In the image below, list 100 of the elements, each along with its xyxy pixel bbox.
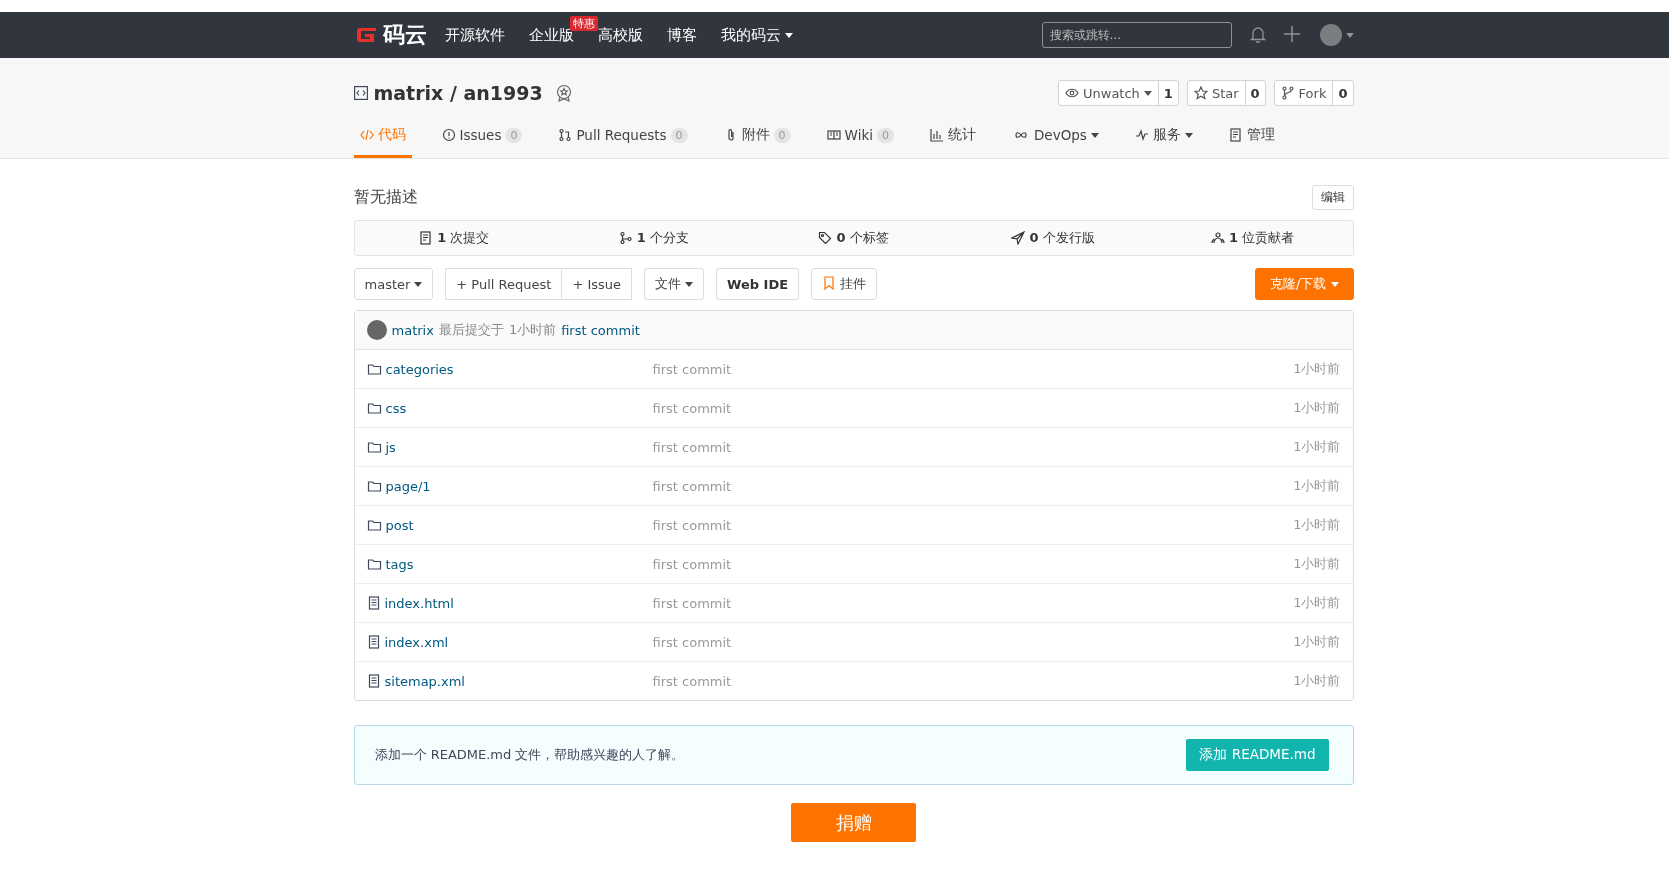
folder-icon (366, 479, 382, 493)
file-name[interactable]: index.html (384, 595, 454, 611)
caret-icon (784, 32, 793, 38)
book-icon (826, 128, 841, 142)
folder-icon (366, 557, 382, 571)
code-icon (359, 128, 374, 142)
tab-count: 0 (670, 127, 688, 143)
pulse-icon (1134, 128, 1149, 142)
fork-icon (1280, 86, 1295, 100)
stat-link[interactable]: 0 个标签 (836, 229, 889, 247)
badge-icon (554, 84, 573, 102)
folder-icon (366, 362, 382, 376)
action-count[interactable]: 1 (1157, 81, 1178, 105)
info-circle-icon (441, 128, 456, 142)
stat-link[interactable]: 0 个发行版 (1029, 229, 1095, 247)
folder-icon (366, 401, 382, 415)
caret-icon (685, 281, 694, 287)
file-icon (366, 674, 381, 688)
repo-tab[interactable]: Pull Requests 0 (552, 126, 694, 158)
tab-count: 0 (505, 127, 523, 143)
file-name[interactable]: page/1 (385, 478, 431, 494)
repo-tab[interactable]: Wiki 0 (820, 126, 900, 158)
stat-link[interactable]: 1 个分支 (636, 229, 689, 247)
nav-link[interactable]: 开源软件 (444, 25, 505, 45)
file-icon (366, 596, 381, 610)
commit-time: 1小时前 (1293, 399, 1341, 417)
commit-time: 1小时前 (1293, 477, 1341, 495)
avatar (366, 320, 387, 340)
merge-icon (558, 128, 573, 142)
document-icon (1228, 128, 1243, 142)
commit-time: 1小时前 (1293, 516, 1341, 534)
file-name[interactable]: categories (385, 361, 454, 377)
bookmark-icon (822, 275, 837, 290)
caret-icon (1090, 132, 1099, 138)
new-item-button[interactable]: + Issue (562, 268, 633, 300)
avatar[interactable] (1319, 24, 1342, 46)
stat-link[interactable]: 1 次提交 (437, 229, 490, 247)
new-item-button[interactable]: + Pull Request (445, 268, 563, 300)
bar-chart-icon (929, 128, 944, 142)
document-icon (419, 231, 434, 245)
bell-icon[interactable] (1249, 24, 1266, 43)
nav-link[interactable]: 我的码云 (720, 25, 793, 45)
paper-plane-icon (1011, 231, 1026, 245)
action-count[interactable]: 0 (1332, 81, 1353, 105)
caret-icon (414, 281, 423, 287)
repo-tab[interactable]: 附件 0 (717, 126, 797, 158)
repo-tab[interactable]: 服务 (1128, 126, 1199, 158)
commit-time: 1小时前 (1293, 438, 1341, 456)
repo-tab[interactable]: 管理 (1222, 126, 1281, 158)
file-name[interactable]: post (385, 517, 414, 533)
stat-link[interactable]: 1 位贡献者 (1229, 229, 1295, 247)
widget-button[interactable]: 挂件 (811, 268, 878, 300)
nav-link[interactable]: 博客 (666, 25, 697, 45)
tag-icon (818, 231, 833, 245)
folder-icon (366, 440, 382, 454)
caret-icon (1345, 32, 1354, 38)
folder-icon (366, 518, 382, 532)
nav-link[interactable]: 高校版 (597, 25, 643, 45)
commit-author[interactable]: matrix (391, 322, 434, 338)
star-icon (1193, 86, 1208, 100)
branch-dropdown[interactable]: master (353, 268, 434, 300)
commit-time: 1小时前 (1293, 555, 1341, 573)
commit-message[interactable]: first commit (561, 322, 640, 338)
caret-icon (1184, 132, 1193, 138)
commit-time: 1小时前 (1293, 672, 1341, 690)
edit-button[interactable]: 编辑 (1311, 185, 1354, 210)
commit-time: 1小时前 (508, 321, 557, 339)
file-menu-button[interactable]: 文件 (644, 268, 705, 300)
repo-action-button[interactable]: Unwatch (1059, 81, 1158, 105)
eye-icon (1065, 86, 1079, 100)
repo-title[interactable]: matrix / an1993 (373, 82, 543, 104)
tab-count: 0 (876, 127, 894, 143)
search-field[interactable]: 搜索或跳转... (1041, 22, 1232, 48)
repo-tab[interactable]: DevOps (1005, 126, 1105, 158)
repo-description: 暂无描述 (353, 187, 418, 208)
repo-action-button[interactable]: Star (1187, 81, 1245, 105)
file-name[interactable]: sitemap.xml (384, 673, 465, 689)
file-name[interactable]: tags (385, 556, 414, 572)
code-file-icon (353, 86, 368, 100)
web-ide-button[interactable]: Web IDE (716, 268, 800, 300)
promo-badge: 特惠 (569, 15, 598, 31)
action-count[interactable]: 0 (1244, 81, 1265, 105)
file-name[interactable]: css (385, 400, 407, 416)
tab-count: 0 (773, 127, 791, 143)
plus-icon[interactable] (1283, 25, 1300, 42)
file-name[interactable]: js (385, 439, 396, 455)
commit-time: 1小时前 (1293, 633, 1341, 651)
repo-action-button[interactable]: Fork (1274, 81, 1333, 105)
repo-tab[interactable]: 统计 (923, 126, 982, 158)
repo-tab[interactable]: Issues 0 (435, 126, 529, 158)
commit-time: 1小时前 (1293, 594, 1341, 612)
caret-icon (1330, 281, 1339, 287)
branch-icon (618, 231, 633, 245)
commit-time: 1小时前 (1293, 360, 1341, 378)
file-icon (366, 635, 381, 649)
people-icon (1211, 231, 1226, 245)
file-name[interactable]: index.xml (384, 634, 449, 650)
commit-label: 最后提交于 (438, 321, 504, 339)
logo-text[interactable]: 码云 (382, 20, 427, 50)
caret-icon (1143, 90, 1152, 96)
